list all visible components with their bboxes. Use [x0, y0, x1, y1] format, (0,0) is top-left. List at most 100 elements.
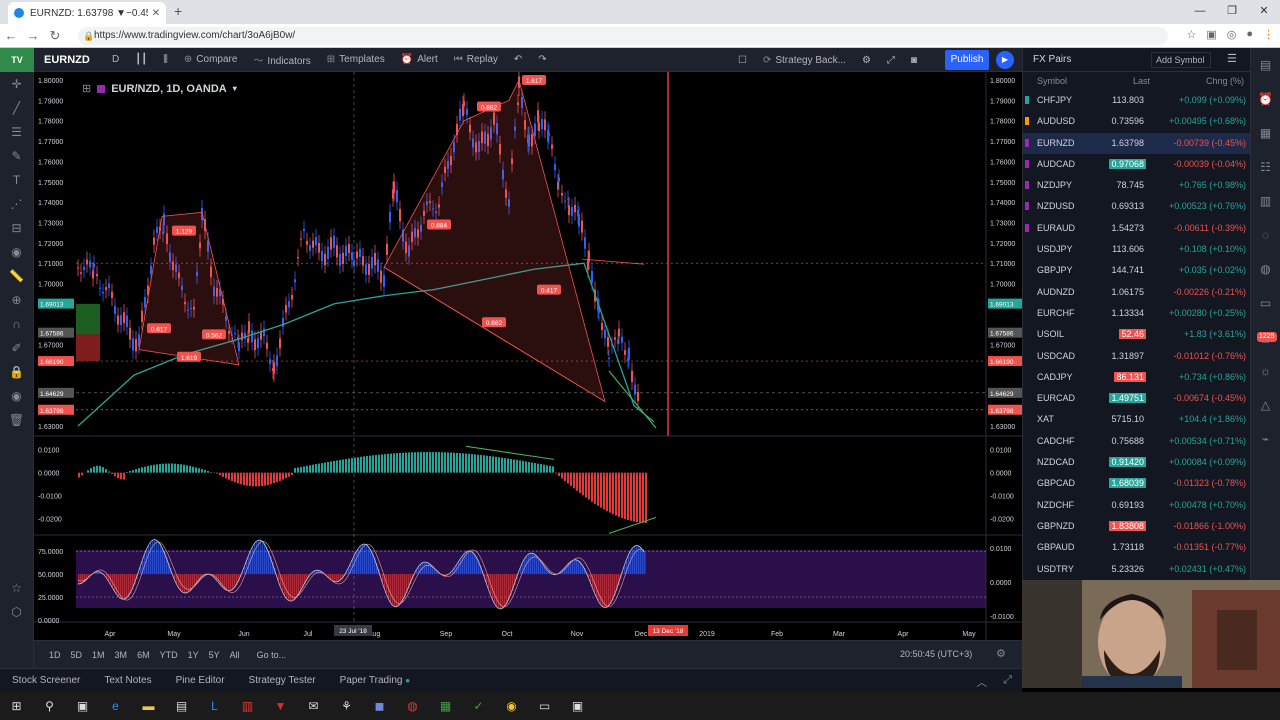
templates-button[interactable]: ⊞ Templates — [319, 54, 393, 65]
calendar-icon[interactable]: ▥ — [1251, 184, 1280, 218]
crosshair-icon[interactable]: ✛ — [0, 72, 33, 96]
range-5d[interactable]: 5D — [66, 650, 88, 660]
explorer-icon[interactable]: ▬ — [132, 699, 165, 713]
watchlist-row[interactable]: EURNZD 1.63798 -0.00739 (-0.45%) — [1023, 132, 1250, 154]
zoom-icon[interactable]: ⊕ — [0, 288, 33, 312]
publish-button[interactable]: Publish — [945, 50, 989, 70]
alert-button[interactable]: ⏰ Alert — [393, 54, 446, 65]
mail-icon[interactable]: ✉ — [297, 699, 330, 713]
goto-button[interactable]: Go to... — [257, 650, 287, 660]
watchlist-row[interactable]: GBPAUD 1.73118 -0.01351 (-0.77%) — [1023, 537, 1250, 558]
streams-icon[interactable]: ◍ — [1251, 252, 1280, 286]
clock[interactable]: 20:50:45 (UTC+3) — [900, 649, 972, 659]
search-icon[interactable]: ⚲ — [33, 699, 66, 713]
text-icon[interactable]: T — [0, 168, 33, 192]
star-icon[interactable]: ☆ — [0, 576, 33, 600]
browser-tab[interactable]: EURNZD: 1.63798 ▼−0.45% — Si ✕ — [8, 2, 166, 24]
redo-icon[interactable]: ↷ — [530, 54, 554, 65]
chrome-icon[interactable]: ◉ — [495, 699, 528, 713]
app-icon-2[interactable]: ▥ — [231, 699, 264, 713]
new-tab-icon[interactable]: + — [174, 3, 182, 19]
horizontal-lines-icon[interactable]: ☰ — [0, 120, 33, 144]
signals-icon[interactable]: ⌁ — [1251, 422, 1280, 456]
app-icon-5[interactable]: ◍ — [396, 699, 429, 713]
pattern-icon[interactable]: ⋰ — [0, 192, 33, 216]
watchlist-row[interactable]: USDCAD 1.31897 -0.01012 (-0.76%) — [1023, 346, 1250, 367]
menu-icon[interactable]: ⋮ — [1263, 28, 1274, 41]
camera-icon[interactable]: ◙ — [903, 55, 925, 66]
forward-icon[interactable]: → — [22, 28, 44, 43]
trash-icon[interactable]: 🗑 — [0, 408, 33, 432]
watchlist-row[interactable]: USDJPY 113.606 +0.108 (+0.10%) — [1023, 239, 1250, 260]
bar-style-icon[interactable]: ┃┃ — [127, 54, 155, 65]
range-6m[interactable]: 6M — [132, 650, 155, 660]
layout-icon[interactable]: ☐ — [730, 55, 755, 66]
close-window-icon[interactable]: ✕ — [1248, 0, 1280, 24]
chart-pane[interactable]: 1.80000 1.80000 1.79000 1.79000 1.78000 1.780… — [34, 72, 1022, 640]
bookmark-star-icon[interactable]: ☆ — [1186, 28, 1196, 41]
legend-title[interactable]: EUR/NZD, 1D, OANDA — [111, 83, 227, 95]
range-ytd[interactable]: YTD — [155, 650, 183, 660]
watchlist-row[interactable]: NZDJPY 78.745 +0.765 (+0.98%) — [1023, 175, 1250, 196]
replay-button[interactable]: ⏮ Replay — [446, 54, 506, 65]
tab-paper-trading[interactable]: Paper Trading ● — [328, 675, 422, 686]
app-icon-7[interactable]: ✓ — [462, 699, 495, 713]
watchlist-row[interactable]: EURCHF 1.13334 +0.00280 (+0.25%) — [1023, 303, 1250, 324]
watchlist-row[interactable]: GBPNZD 1.83808 -0.01866 (-1.00%) — [1023, 516, 1250, 537]
tab-pine-editor[interactable]: Pine Editor — [164, 675, 237, 686]
lock-drawings-icon[interactable]: 🔒 — [0, 360, 33, 384]
eye-icon[interactable]: ◉ — [0, 384, 33, 408]
watchlist-row[interactable]: USDTRY 5.23326 +0.02431 (+0.47%) — [1023, 559, 1250, 580]
watchlist-row[interactable]: GBPCAD 1.68039 -0.01323 (-0.78%) — [1023, 473, 1250, 494]
watchlist-row[interactable]: AUDUSD 0.73596 +0.00495 (+0.68%) — [1023, 111, 1250, 132]
store-icon[interactable]: ▤ — [165, 699, 198, 713]
maximize-panel-icon[interactable]: ⤢ — [1003, 674, 1012, 690]
watchlist-row[interactable]: AUDCAD 0.97068 -0.00039 (-0.04%) — [1023, 154, 1250, 175]
ruler-icon[interactable]: 📏 — [0, 264, 33, 288]
task-view-icon[interactable]: ▣ — [66, 699, 99, 713]
add-symbol-input[interactable]: Add Symbol — [1151, 52, 1211, 68]
minimize-icon[interactable]: — — [1184, 0, 1216, 24]
watchlist-row[interactable]: EURAUD 1.54273 -0.00611 (-0.39%) — [1023, 218, 1250, 239]
app-icon-8[interactable]: ▭ — [528, 699, 561, 713]
range-1d[interactable]: 1D — [44, 650, 66, 660]
range-5y[interactable]: 5Y — [204, 650, 225, 660]
extension-icon[interactable]: ▣ — [1206, 28, 1216, 41]
fullscreen-icon[interactable]: ⤢ — [879, 55, 903, 66]
watchlist-row[interactable]: GBPJPY 144.741 +0.035 (+0.02%) — [1023, 260, 1250, 281]
app-icon-6[interactable]: ▦ — [429, 699, 462, 713]
watchlist-title[interactable]: FX Pairs — [1033, 54, 1071, 65]
profile-icon[interactable]: ● — [1246, 28, 1253, 41]
ideas-icon[interactable]: ◌ — [1251, 218, 1280, 252]
settings-gear-icon[interactable]: ⚙ — [854, 55, 879, 66]
reload-icon[interactable]: ↻ — [44, 28, 66, 44]
edge-icon[interactable]: e — [99, 699, 132, 713]
range-1m[interactable]: 1M — [87, 650, 110, 660]
range-1y[interactable]: 1Y — [183, 650, 204, 660]
close-tab-icon[interactable]: ✕ — [152, 8, 160, 19]
alerts-icon[interactable]: ⏰ — [1251, 82, 1280, 116]
magnet-icon[interactable]: ∩ — [0, 312, 33, 336]
undo-icon[interactable]: ↶ — [506, 54, 530, 65]
app-icon-4[interactable]: ⚘ — [330, 699, 363, 713]
watchlist-row[interactable]: NZDCAD 0.91420 +0.00084 (+0.09%) — [1023, 452, 1250, 473]
range-all[interactable]: All — [225, 650, 245, 660]
watchlist-row[interactable]: CHFJPY 113.803 +0.099 (+0.09%) — [1023, 90, 1250, 111]
play-icon[interactable]: ▶ — [996, 51, 1014, 69]
watchlist-row[interactable]: NZDUSD 0.69313 +0.00523 (+0.76%) — [1023, 196, 1250, 217]
chat-icon[interactable]: ▭ — [1251, 286, 1280, 320]
col-last[interactable]: Last — [1133, 76, 1150, 86]
interval-button[interactable]: D — [104, 54, 127, 65]
pencil-lock-icon[interactable]: ✐ — [0, 336, 33, 360]
watchlist-row[interactable]: XAT 5715.10 +104.4 (+1.86%) — [1023, 409, 1250, 430]
discord-icon[interactable]: ◼ — [363, 699, 396, 713]
chart-type-icon[interactable]: ⫼ — [155, 54, 176, 65]
symbol-search[interactable]: EURNZD — [34, 54, 104, 66]
price-chart[interactable]: 1.80000 1.80000 1.79000 1.79000 1.78000 1.780… — [34, 72, 1022, 640]
bell-icon[interactable]: △ — [1251, 388, 1280, 422]
tab-strategy-tester[interactable]: Strategy Tester — [237, 675, 328, 686]
circle-play-icon[interactable]: ◉ — [0, 240, 33, 264]
app-icon-1[interactable]: L — [198, 699, 231, 713]
tab-text-notes[interactable]: Text Notes — [92, 675, 163, 686]
data-window-icon[interactable]: ▦ — [1251, 116, 1280, 150]
